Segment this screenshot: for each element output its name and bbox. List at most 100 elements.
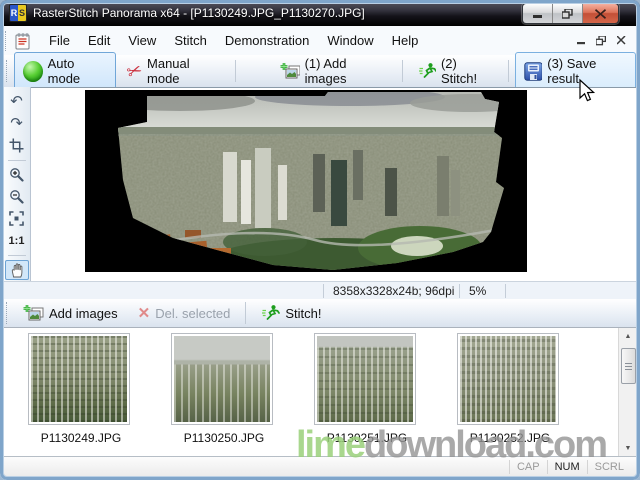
zoom-in-button[interactable] [5, 164, 29, 184]
title-bar[interactable]: R S RasterStitch Panorama x64 - [P113024… [0, 0, 640, 26]
images-toolbar: Add images ✕ Del. selected Stitch! [3, 299, 637, 328]
save-result-button[interactable]: (3) Save result [515, 52, 636, 90]
zoom-in-icon [9, 167, 24, 182]
delete-selected-label: Del. selected [155, 306, 230, 321]
mdi-restore-icon [596, 36, 606, 46]
delete-x-icon: ✕ [138, 304, 151, 322]
caption-buttons [522, 3, 619, 24]
pan-hand-button[interactable] [5, 260, 29, 280]
preview-status-bar: 8358x3328x24b; 96dpi 5% [3, 281, 637, 300]
scroll-lock-indicator: SCRL [587, 460, 631, 474]
hand-icon [9, 262, 24, 278]
manual-mode-button[interactable]: ✂ Manual mode [118, 52, 230, 90]
stitch-button[interactable]: (2) Stitch! [409, 52, 502, 90]
thumbnail-image [317, 336, 413, 422]
save-result-label: (3) Save result [547, 56, 627, 86]
stitch-runner-icon [261, 304, 280, 322]
add-images-list-label: Add images [49, 306, 118, 321]
actual-size-button[interactable]: 1:1 [5, 231, 29, 251]
thumbnail-border [457, 333, 559, 425]
save-floppy-icon [524, 62, 542, 81]
thumbnail-image [460, 336, 556, 422]
scrollbar-thumb[interactable] [621, 348, 636, 384]
menu-window[interactable]: Window [318, 29, 382, 52]
delete-selected-button[interactable]: ✕ Del. selected [129, 300, 240, 326]
menubar-grip [5, 31, 9, 51]
mdi-minimize-button[interactable] [573, 34, 589, 48]
mdi-close-button[interactable] [613, 34, 629, 48]
add-images-icon [280, 62, 300, 80]
scroll-up-icon: ▲ [625, 333, 632, 340]
rotate-right-icon: ↷ [10, 114, 23, 132]
app-icon: R S [9, 4, 27, 22]
caps-lock-indicator: CAP [509, 460, 547, 474]
thumbnail-border [171, 333, 273, 425]
add-images-button[interactable]: (1) Add images [271, 52, 396, 90]
toolbar-separator [235, 60, 236, 82]
sidebar-separator [8, 160, 26, 161]
actual-size-label: 1:1 [9, 235, 25, 247]
thumbnail-item[interactable]: P1130251.JPG [314, 333, 420, 445]
rotate-right-button[interactable]: ↷ [5, 113, 29, 133]
crop-icon [9, 138, 24, 153]
app-window: R S RasterStitch Panorama x64 - [P113024… [0, 0, 640, 480]
zoom-level: 5% [469, 284, 486, 298]
thumbnail-border [28, 333, 130, 425]
auto-mode-button[interactable]: Auto mode [14, 52, 116, 90]
panorama-preview[interactable] [85, 90, 527, 272]
app-icon-right: S [18, 5, 26, 21]
thumbnail-border [314, 333, 416, 425]
maximize-restore-button[interactable] [553, 4, 583, 23]
thumbnail-image [174, 336, 270, 422]
thumbnail-filename: P1130252.JPG [457, 431, 563, 445]
image-dimensions: 8358x3328x24b; 96dpi [333, 284, 454, 298]
stitch-runner-icon [418, 62, 436, 80]
toolbar-separator [402, 60, 403, 82]
add-images-label: (1) Add images [305, 56, 388, 86]
zoom-out-button[interactable] [5, 187, 29, 207]
rotate-left-button[interactable]: ↶ [5, 91, 29, 111]
auto-mode-label: Auto mode [48, 56, 107, 86]
status-bar: CAP NUM SCRL [3, 457, 637, 477]
scroll-down-button[interactable]: ▼ [619, 440, 637, 456]
minimize-button[interactable] [523, 4, 553, 23]
crop-button[interactable] [5, 135, 29, 155]
fit-to-window-button[interactable] [5, 209, 29, 229]
close-button[interactable] [583, 4, 618, 23]
toolbar-separator [508, 60, 509, 82]
mdi-window-controls [573, 34, 637, 48]
thumbnail-image [31, 336, 127, 422]
thumbnail-filename: P1130251.JPG [314, 431, 420, 445]
thumbnail-panel: P1130249.JPG P1130250.JPG P1130251.JPG P… [3, 327, 637, 457]
thumbnail-item[interactable]: P1130252.JPG [457, 333, 563, 445]
add-images-list-button[interactable]: Add images [14, 300, 127, 326]
menu-stitch[interactable]: Stitch [165, 29, 216, 52]
add-images-icon [23, 304, 44, 322]
rotate-left-icon: ↶ [10, 92, 23, 110]
status-divider [323, 284, 324, 298]
thumbnail-scrollbar[interactable]: ▲ ▼ [618, 328, 637, 456]
stitch-list-button[interactable]: Stitch! [252, 300, 330, 326]
zoom-out-icon [9, 189, 24, 204]
fit-to-window-icon [9, 211, 24, 226]
menu-help[interactable]: Help [383, 29, 428, 52]
thumbnail-item[interactable]: P1130249.JPG [28, 333, 134, 445]
thumbnail-filename: P1130249.JPG [28, 431, 134, 445]
manual-mode-label: Manual mode [147, 56, 220, 86]
menu-view[interactable]: View [119, 29, 165, 52]
sidebar-separator [8, 255, 26, 256]
stitch-list-label: Stitch! [285, 306, 321, 321]
toolbar-grip [6, 302, 10, 324]
stitch-label: (2) Stitch! [441, 56, 493, 86]
menu-file[interactable]: File [40, 29, 79, 52]
menu-demonstration[interactable]: Demonstration [216, 29, 319, 52]
num-lock-indicator: NUM [547, 460, 587, 474]
scroll-up-button[interactable]: ▲ [619, 328, 637, 344]
mdi-restore-button[interactable] [593, 34, 609, 48]
main-toolbar: Auto mode ✂ Manual mode (1) Add images [3, 55, 637, 88]
toolbar-grip [6, 60, 10, 82]
thumbnail-item[interactable]: P1130250.JPG [171, 333, 277, 445]
scissors-icon: ✂ [124, 60, 144, 82]
green-ball-icon [23, 61, 43, 82]
menu-edit[interactable]: Edit [79, 29, 119, 52]
